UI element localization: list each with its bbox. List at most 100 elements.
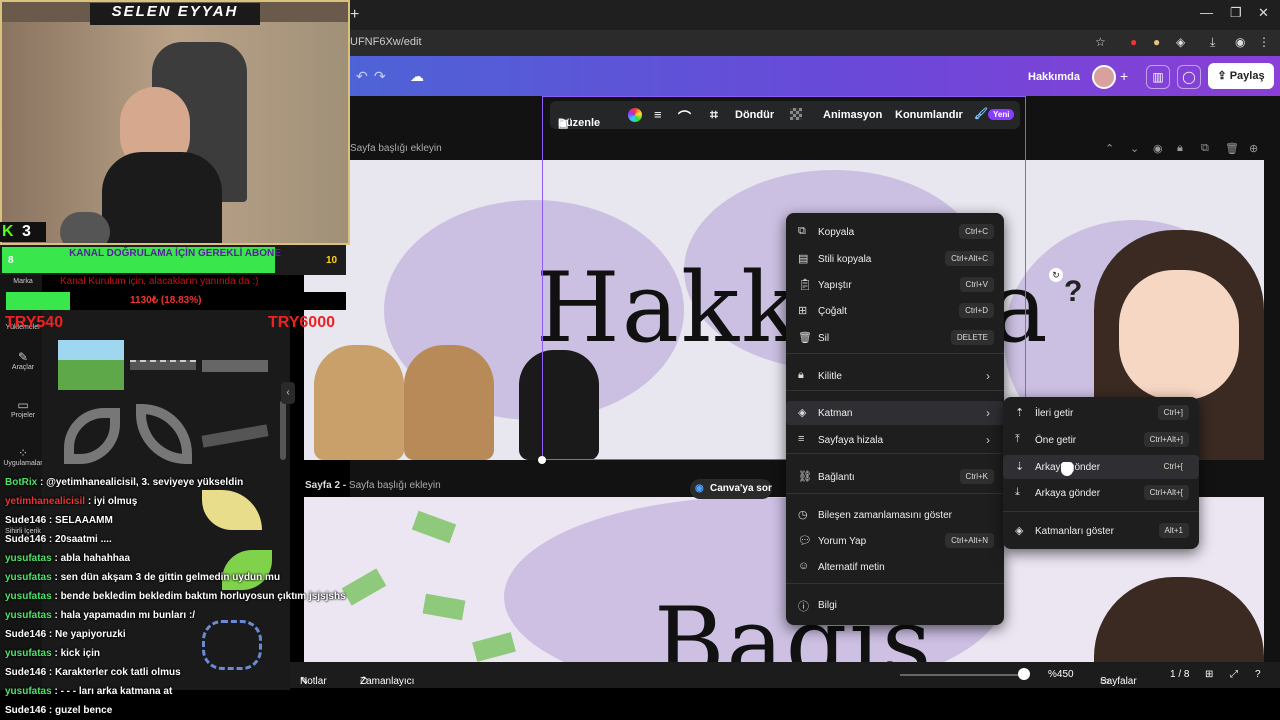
extension-icon[interactable]: ● (1130, 35, 1137, 49)
sidebar-item-tools[interactable]: ✎ Araçlar (0, 350, 46, 371)
asset-road-thumbnail[interactable] (130, 360, 196, 370)
fullscreen-icon[interactable]: ⤢ (1230, 669, 1238, 680)
sidebar-item-label: Projeler (10, 412, 36, 419)
sidebar-item-apps[interactable]: ⁘ Uygulamalar (0, 446, 46, 467)
page1-title-placeholder[interactable]: Sayfa başlığı ekleyin (350, 143, 442, 154)
context-menu-item[interactable]: ▤ Stili kopyala Ctrl+Alt+C (786, 247, 1004, 271)
zoom-slider-handle[interactable] (1018, 668, 1030, 680)
sidebar-item-projects[interactable]: ▭ Projeler (0, 398, 46, 419)
chevron-up-icon[interactable]: ⌃ (1105, 142, 1114, 155)
chat-username[interactable]: yusufatas (5, 553, 52, 564)
asset-road-thumbnail[interactable] (58, 340, 124, 390)
page2-title-placeholder: Sayfa başlığı ekleyin (348, 480, 441, 491)
close-icon[interactable]: ✕ (1258, 5, 1269, 21)
corner-rounding-icon[interactable]: ⌒ (678, 107, 691, 126)
sidebar-item-brand[interactable]: Marka (0, 278, 46, 285)
chat-username[interactable]: yusufatas (5, 591, 52, 602)
collapse-panel-button[interactable]: ‹ (281, 382, 295, 404)
undo-icon[interactable]: ↶ (356, 68, 368, 85)
eye-icon[interactable]: ◉ (1153, 142, 1163, 155)
menu-icon[interactable]: ⋮ (1258, 35, 1270, 49)
context-menu-item[interactable]: ◈ Katman › (786, 401, 1004, 425)
chevron-down-icon[interactable]: ⌄ (1130, 142, 1139, 155)
asset-road-thumbnail[interactable] (136, 404, 192, 464)
layer-menu-item[interactable]: ⇡ İleri getir Ctrl+] (1003, 401, 1199, 425)
layer-menu-item[interactable]: ◈ Katmanları göster Alt+1 (1003, 519, 1199, 543)
character-explorer-1[interactable] (314, 345, 404, 460)
context-menu-item[interactable]: ◷ Bileşen zamanlamasını göster (786, 503, 1004, 527)
shortcut-badge: Ctrl+] (1157, 405, 1189, 420)
context-menu-item[interactable]: ☺ Alternatif metin (786, 555, 1004, 579)
character-girl[interactable] (1094, 577, 1264, 662)
chat-username[interactable]: BotRix (5, 477, 37, 488)
asset-road-thumbnail[interactable] (202, 360, 268, 372)
context-menu-item[interactable]: 🗑︎ Sil DELETE (786, 326, 1004, 350)
chat-username[interactable]: Sude146 (5, 515, 46, 526)
context-menu-item[interactable]: ≡ Sayfaya hizala › (786, 428, 1004, 452)
resize-handle[interactable] (538, 456, 546, 464)
design-title[interactable]: Hakkımda (1028, 71, 1080, 83)
crop-icon[interactable]: ⌗ (710, 106, 718, 123)
extension-icon[interactable]: ◈ (1176, 35, 1185, 49)
duplicate-page-icon[interactable]: ⧉ (1201, 142, 1209, 155)
redo-icon[interactable]: ↷ (374, 68, 386, 85)
address-bar[interactable]: UFNF6Xw/edit ☆ ● ● ◈ ⤓ ◉ ⋮ (350, 30, 1280, 56)
chat-username[interactable]: yusufatas (5, 610, 52, 621)
delete-page-icon[interactable]: 🗑︎ (1225, 142, 1239, 155)
color-picker-icon[interactable] (628, 108, 642, 122)
chat-message: yusufatas : - - - ları arka katmana at (5, 686, 172, 697)
lock-icon[interactable]: 🔒︎ (1177, 142, 1183, 155)
download-icon[interactable]: ⤓ (1210, 35, 1215, 50)
minimize-icon[interactable]: — (1200, 5, 1213, 20)
panel-scrollbar[interactable] (280, 400, 286, 460)
chat-username[interactable]: Sude146 (5, 667, 46, 678)
position-button[interactable]: Konumlandır (895, 109, 963, 121)
rotate-button[interactable]: Döndür (735, 109, 774, 121)
rotate-handle-icon[interactable]: ↻ (1049, 268, 1063, 282)
new-tab-button[interactable]: + (350, 6, 359, 24)
animate-button[interactable]: Animasyon (823, 109, 882, 121)
maximize-icon[interactable]: ❐ (1230, 5, 1242, 21)
context-menu-item[interactable]: ⓘ Bilgi (786, 593, 1004, 617)
context-menu-label: Sayfaya hizala (818, 435, 884, 446)
context-menu-item[interactable]: 💬︎ Yorum Yap Ctrl+Alt+N (786, 529, 1004, 553)
context-menu-item[interactable]: ⊞ Çoğalt Ctrl+D (786, 299, 1004, 323)
layer-menu-item[interactable]: ⇣ Arkaya gönder Ctrl+[ (1003, 455, 1199, 479)
insights-icon[interactable]: ▥ (1146, 65, 1170, 89)
chat-username[interactable]: Sude146 (5, 534, 46, 545)
character-explorer-2[interactable] (404, 345, 494, 460)
layer-menu-item[interactable]: ⤓ Arkaya gönder Ctrl+Alt+[ (1003, 481, 1199, 505)
grid-view-icon[interactable]: ⊞ (1205, 669, 1213, 680)
extension-icon[interactable]: ● (1153, 35, 1160, 49)
profile-icon[interactable]: ◉ (1235, 35, 1245, 49)
add-collaborator-icon[interactable]: + (1120, 68, 1128, 84)
chat-username[interactable]: Sude146 (5, 629, 46, 640)
chat-username[interactable]: yetimhanealicisil (5, 496, 85, 507)
context-menu-item[interactable]: 📋︎ Yapıştır Ctrl+V (786, 273, 1004, 297)
layer-menu-item[interactable]: ⤒ Öne getir Ctrl+Alt+] (1003, 428, 1199, 452)
share-button[interactable]: ⇪ Paylaş (1208, 63, 1274, 89)
asset-road-thumbnail[interactable] (64, 408, 120, 464)
comments-icon[interactable]: ◯ (1177, 65, 1201, 89)
transparency-icon[interactable] (790, 108, 802, 120)
magic-brush-icon[interactable]: 🖌︎ (974, 107, 988, 120)
chat-username[interactable]: Sude146 (5, 705, 46, 716)
url-text[interactable]: UFNF6Xw/edit (350, 36, 422, 48)
asset-road-thumbnail[interactable] (201, 424, 269, 448)
bookmark-star-icon[interactable]: ☆ (1095, 35, 1106, 49)
context-menu-item[interactable]: ⧉ Kopyala Ctrl+C (786, 220, 1004, 244)
avatar[interactable] (1092, 65, 1116, 89)
cloud-save-icon[interactable]: ☁ (410, 68, 424, 85)
help-icon[interactable]: ? (1255, 669, 1261, 680)
chat-username[interactable]: yusufatas (5, 648, 52, 659)
context-menu-item[interactable]: 🔒︎ Kilitle › (786, 364, 1004, 388)
chat-username[interactable]: yusufatas (5, 572, 52, 583)
ask-canva-button[interactable]: ◉ Canva'ya sor (690, 479, 772, 499)
context-menu-item[interactable]: ⛓︎ Bağlantı Ctrl+K (786, 465, 1004, 489)
zoom-slider[interactable] (900, 674, 1020, 676)
add-page-icon[interactable]: ⊕ (1249, 142, 1258, 155)
page-counter[interactable]: 1 / 8 (1170, 669, 1189, 680)
lines-icon[interactable]: ≡ (654, 107, 662, 122)
chat-username[interactable]: yusufatas (5, 686, 52, 697)
zoom-level[interactable]: %450 (1048, 669, 1074, 680)
